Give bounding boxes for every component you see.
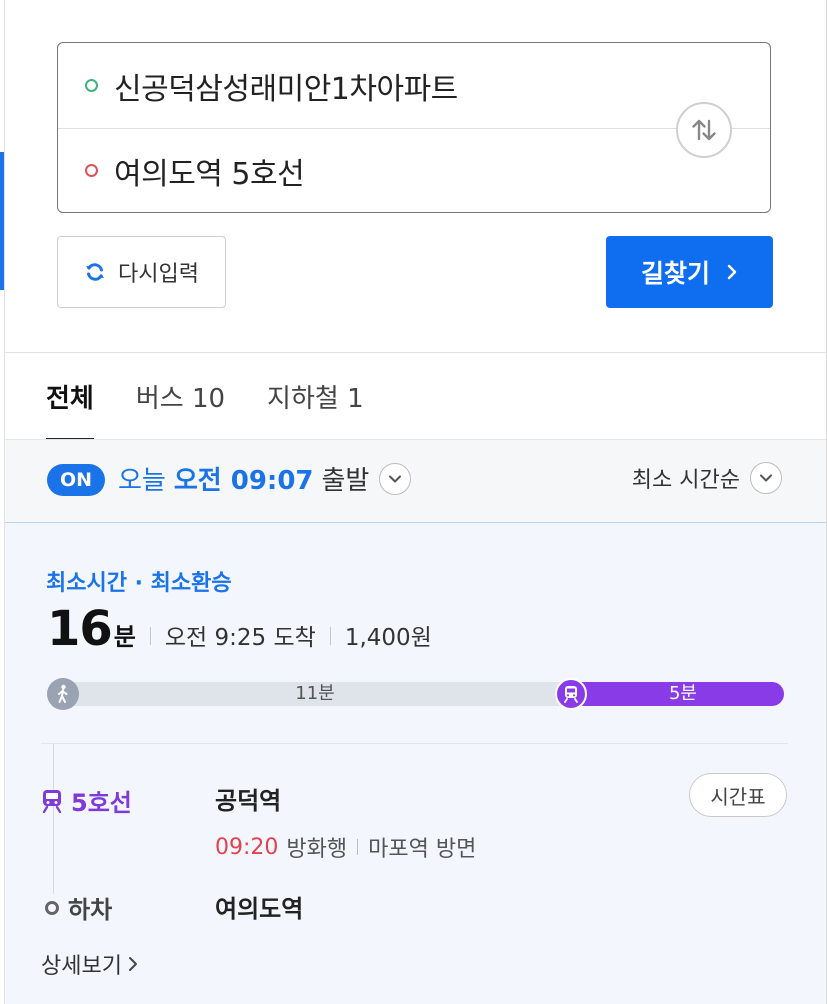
subway-line-label: 5호선 xyxy=(41,783,132,818)
alight-station: 여의도역 xyxy=(215,895,304,923)
route-result-card[interactable]: 최소시간 · 최소환승 16 분 오전 9:25 도착 1,400원 11분 5… xyxy=(5,523,826,1004)
departure-suffix: 출발 xyxy=(321,466,370,496)
search-route-button[interactable]: 길찾기 xyxy=(606,236,773,308)
arrival-time: 오전 9:25 도착 xyxy=(164,625,316,651)
start-location: 신공덕삼성래미안1차아파트 xyxy=(114,71,458,107)
refresh-icon xyxy=(86,263,105,281)
timetable-button[interactable]: 시간표 xyxy=(689,773,787,817)
detail-label: 상세보기 xyxy=(41,954,122,979)
sort-selector[interactable]: 최소 시간순 xyxy=(632,462,782,494)
train-direction: 방화행 xyxy=(286,837,348,862)
end-field[interactable]: 여의도역 5호선 xyxy=(58,128,770,213)
segment-detail: 09:20 방화행 마포역 방면 xyxy=(215,831,476,863)
duration-number: 16 xyxy=(47,601,113,657)
tab-bus[interactable]: 버스 10 xyxy=(136,353,225,439)
reset-label: 다시입력 xyxy=(118,262,199,287)
view-details-link[interactable]: 상세보기 xyxy=(41,948,140,980)
walking-person-icon xyxy=(47,678,79,710)
start-dot-icon xyxy=(85,79,98,92)
route-progress-bar: 11분 5분 xyxy=(47,678,784,710)
start-field[interactable]: 신공덕삼성래미안1차아파트 xyxy=(58,43,770,129)
chevron-down-icon xyxy=(379,462,412,495)
subway-line-name: 5호선 xyxy=(71,789,132,817)
end-location: 여의도역 5호선 xyxy=(114,156,305,192)
subway-duration: 5분 xyxy=(668,683,697,704)
route-input-box: 신공덕삼성래미안1차아파트 여의도역 5호선 xyxy=(57,42,771,213)
departure-day: 오늘 xyxy=(118,466,166,496)
train-depart-time: 09:20 xyxy=(215,834,279,860)
tab-all[interactable]: 전체 xyxy=(46,353,94,440)
alight-text: 하차 xyxy=(68,896,113,924)
result-tag: 최소시간 · 최소환승 xyxy=(46,571,232,596)
search-label: 길찾기 xyxy=(640,259,710,288)
result-divider xyxy=(41,743,788,744)
subway-train-icon xyxy=(555,678,587,710)
swap-route-button[interactable] xyxy=(676,102,732,158)
divider xyxy=(149,627,151,645)
alight-ring-icon xyxy=(45,900,59,915)
walk-duration: 11분 xyxy=(295,683,335,704)
sort-label: 최소 시간순 xyxy=(631,468,740,493)
subway-train-icon xyxy=(42,789,62,813)
fare: 1,400원 xyxy=(344,625,432,651)
boarding-station: 공덕역 xyxy=(215,787,282,815)
duration-unit: 분 xyxy=(113,623,136,651)
divider xyxy=(329,627,331,645)
route-timeline-line xyxy=(53,744,54,894)
chevron-down-icon xyxy=(750,462,782,494)
chevron-right-icon xyxy=(128,957,137,971)
transport-tabs: 전체 버스 10 지하철 1 xyxy=(46,353,406,440)
platform-direction: 마포역 방면 xyxy=(368,837,477,862)
divider xyxy=(357,839,359,855)
swap-arrows-icon xyxy=(692,119,716,141)
departure-bar: ON 오늘 오전 09:07 출발 최소 시간순 xyxy=(5,439,826,523)
alight-label: 하차 xyxy=(45,890,112,925)
result-summary: 16 분 오전 9:25 도착 1,400원 xyxy=(47,601,432,657)
departure-time-selector[interactable]: 오늘 오전 09:07 출발 xyxy=(118,460,412,497)
end-dot-icon xyxy=(85,164,98,177)
chevron-right-icon xyxy=(727,264,737,280)
realtime-on-toggle[interactable]: ON xyxy=(47,464,105,496)
departure-time: 오전 09:07 xyxy=(173,466,314,496)
reset-button[interactable]: 다시입력 xyxy=(57,236,226,308)
tab-subway[interactable]: 지하철 1 xyxy=(267,353,364,439)
